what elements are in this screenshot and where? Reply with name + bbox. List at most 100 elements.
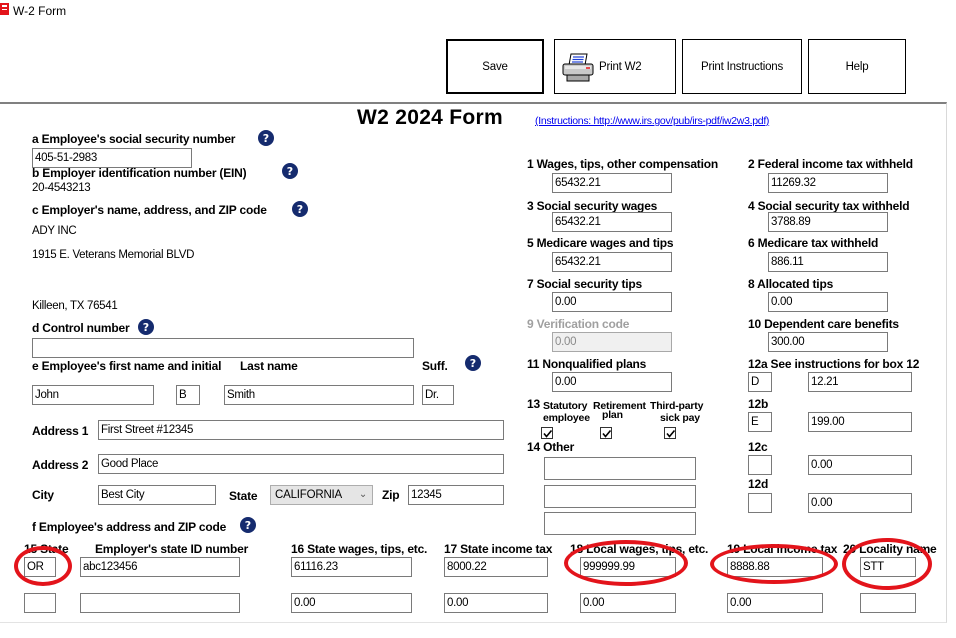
address1-input[interactable] xyxy=(98,420,504,440)
box9-input xyxy=(552,332,672,352)
help-icon-e[interactable]: ? xyxy=(465,355,481,371)
box14-label: 14 Other xyxy=(527,440,575,454)
thirdparty-label-2: sick pay xyxy=(660,412,700,424)
box4-input[interactable] xyxy=(768,212,888,232)
box10-input[interactable] xyxy=(768,332,888,352)
box9-label: 9 Verification code xyxy=(527,317,630,331)
box14-line3-input[interactable] xyxy=(544,512,696,535)
box17-label: 17 State income tax xyxy=(444,542,553,556)
box2-input[interactable] xyxy=(768,173,888,193)
box8-label: 8 Allocated tips xyxy=(748,277,834,291)
state-wages-input-2[interactable] xyxy=(291,593,412,613)
statutory-employee-checkbox[interactable] xyxy=(541,427,553,439)
save-button[interactable]: Save xyxy=(446,39,544,94)
box14-line2-input[interactable] xyxy=(544,485,696,508)
box-a-label: a Employee's social security number xyxy=(32,132,236,146)
print-w2-button[interactable]: Print W2 xyxy=(554,39,676,94)
box8-input[interactable] xyxy=(768,292,888,312)
help-button-label: Help xyxy=(845,60,869,73)
help-icon-b[interactable]: ? xyxy=(282,163,298,179)
third-party-sick-pay-checkbox[interactable] xyxy=(664,427,676,439)
box5-input[interactable] xyxy=(552,252,672,272)
window-title: W-2 Form xyxy=(13,4,67,18)
last-name-label: Last name xyxy=(240,359,298,373)
box15-label: 15 State xyxy=(24,542,69,556)
box12c-amount-input[interactable] xyxy=(808,455,912,475)
box-e-label: e Employee's first name and initial xyxy=(32,359,222,373)
box6-label: 6 Medicare tax withheld xyxy=(748,236,879,250)
employer-state-id-input-2[interactable] xyxy=(80,593,240,613)
employer-state-id-label: Employer's state ID number xyxy=(95,542,249,556)
retirement-plan-checkbox[interactable] xyxy=(600,427,612,439)
box2-label: 2 Federal income tax withheld xyxy=(748,157,913,171)
city-label: City xyxy=(32,488,54,502)
box12d-code-input[interactable] xyxy=(748,493,772,513)
print-instructions-label: Print Instructions xyxy=(700,60,784,73)
zip-input[interactable] xyxy=(408,485,504,505)
last-name-input[interactable] xyxy=(224,385,414,405)
box11-label: 11 Nonqualified plans xyxy=(527,357,647,371)
thirdparty-label-1: Third-party xyxy=(650,400,704,412)
box19-label: 19 Local income tax xyxy=(727,542,838,556)
control-number-input[interactable] xyxy=(32,338,414,358)
retirement-label-2: plan xyxy=(602,409,623,421)
help-icon-c[interactable]: ? xyxy=(292,201,308,217)
state-select-value: CALIFORNIA xyxy=(275,489,343,501)
help-icon-f[interactable]: ? xyxy=(240,517,256,533)
checkmark-icon xyxy=(543,429,553,438)
box12a-code-input[interactable] xyxy=(748,372,772,392)
state-income-tax-input-2[interactable] xyxy=(444,593,548,613)
box3-input[interactable] xyxy=(552,212,672,232)
state-code-input-2[interactable] xyxy=(24,593,56,613)
help-icon-a[interactable]: ? xyxy=(258,130,274,146)
box-d-label: d Control number xyxy=(32,321,130,335)
suffix-input[interactable] xyxy=(422,385,454,405)
locality-name-input-2[interactable] xyxy=(860,593,916,613)
ssn-input[interactable] xyxy=(32,148,192,168)
locality-name-input[interactable] xyxy=(860,557,916,577)
box6-input[interactable] xyxy=(768,252,888,272)
box12a-amount-input[interactable] xyxy=(808,372,912,392)
box1-input[interactable] xyxy=(552,173,672,193)
local-income-tax-input[interactable] xyxy=(727,557,823,577)
initial-input[interactable] xyxy=(176,385,200,405)
state-select[interactable]: CALIFORNIA ⌄ xyxy=(270,485,373,505)
box12c-code-input[interactable] xyxy=(748,455,772,475)
print-instructions-button[interactable]: Print Instructions xyxy=(682,39,802,94)
checkmark-icon xyxy=(666,429,676,438)
employer-state-id-input[interactable] xyxy=(80,557,240,577)
zip-label: Zip xyxy=(382,488,400,502)
box-c-label: c Employer's name, address, and ZIP code xyxy=(32,203,267,217)
print-w2-label: Print W2 xyxy=(599,60,642,73)
box11-input[interactable] xyxy=(552,372,672,392)
box12b-amount-input[interactable] xyxy=(808,412,912,432)
box7-input[interactable] xyxy=(552,292,672,312)
employer-name: ADY INC xyxy=(32,225,77,237)
form-title: W2 2024 Form xyxy=(357,106,503,129)
box13-label: 13 xyxy=(527,397,540,411)
local-income-tax-input-2[interactable] xyxy=(727,593,823,613)
help-icon-d[interactable]: ? xyxy=(138,319,154,335)
state-code-input[interactable] xyxy=(24,557,56,577)
box20-label: 20 Locality name xyxy=(843,542,937,556)
box-f-label: f Employee's address and ZIP code xyxy=(32,520,227,534)
box12a-label: 12a See instructions for box 12 xyxy=(748,357,920,371)
box12d-amount-input[interactable] xyxy=(808,493,912,513)
box10-label: 10 Dependent care benefits xyxy=(748,317,899,331)
box12b-code-input[interactable] xyxy=(748,412,772,432)
city-input[interactable] xyxy=(98,485,216,505)
checkmark-icon xyxy=(602,429,612,438)
ein-value: 20-4543213 xyxy=(32,182,91,194)
help-button[interactable]: Help xyxy=(808,39,906,94)
state-wages-input[interactable] xyxy=(291,557,412,577)
local-wages-input-2[interactable] xyxy=(580,593,676,613)
instructions-link[interactable]: (Instructions: http://www.irs.gov/pub/ir… xyxy=(535,115,769,127)
box14-line1-input[interactable] xyxy=(544,457,696,480)
address2-input[interactable] xyxy=(98,454,504,474)
local-wages-input[interactable] xyxy=(580,557,676,577)
state-income-tax-input[interactable] xyxy=(444,557,548,577)
box12b-label: 12b xyxy=(748,397,769,411)
first-name-input[interactable] xyxy=(32,385,154,405)
save-button-label: Save xyxy=(482,60,508,73)
statutory-label-2: employee xyxy=(543,412,590,424)
